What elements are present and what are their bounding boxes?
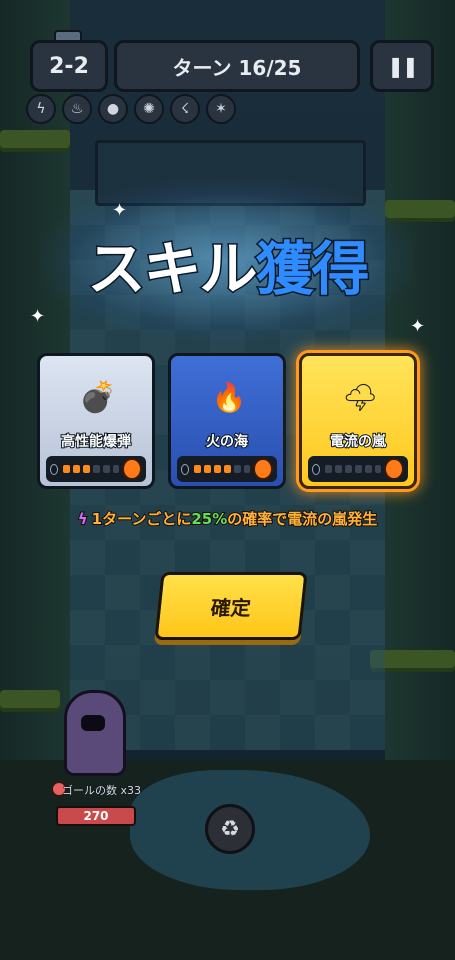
- drop-icon: [312, 463, 321, 475]
- sparkle-icon: ✦: [30, 306, 46, 327]
- skill-level-bar: [46, 456, 146, 482]
- level-pip: [203, 465, 211, 473]
- description-post: の確率で電流の嵐発生: [226, 509, 378, 529]
- skill-card-bomb[interactable]: 💣 高性能爆弾: [37, 353, 155, 489]
- skill-level-bar: [308, 456, 408, 482]
- spark-bomb-icon: ✺: [134, 94, 164, 124]
- level-pip: [344, 465, 352, 473]
- level-pip: [223, 465, 231, 473]
- level-pip: [325, 465, 332, 473]
- stage-label: 2-2: [30, 40, 108, 92]
- level-pip: [374, 465, 382, 473]
- claw-icon: ✶: [206, 94, 236, 124]
- skill-card-fire-sea[interactable]: 🔥 火の海: [168, 353, 286, 489]
- skill-name: 電流の嵐: [329, 433, 387, 451]
- pause-button[interactable]: ❚❚: [370, 40, 434, 92]
- fire-badge-icon: [253, 458, 274, 480]
- skill-name: 火の海: [205, 433, 249, 451]
- storm-cloud-icon: 🌩: [342, 380, 378, 414]
- fire-badge-icon: [384, 458, 405, 480]
- level-pip: [82, 465, 90, 473]
- skill-level-bar: [177, 456, 277, 482]
- description-pre: 1ターンごとに: [91, 509, 193, 529]
- player-hp-bar: 270: [56, 806, 136, 826]
- status-icon-row: ϟ ♨ ● ✺ ☇ ✶: [26, 94, 236, 124]
- turn-counter: ターン 16/25: [114, 40, 360, 92]
- sparkle-icon: ✦: [410, 316, 426, 337]
- sparkle-icon: ✦: [112, 200, 128, 221]
- level-pip: [334, 465, 342, 473]
- lightning-icon: ϟ: [77, 509, 89, 529]
- level-pip: [354, 465, 362, 473]
- lightning-icon: ϟ: [26, 94, 56, 124]
- level-pip: [213, 465, 221, 473]
- fire-icon: 🔥: [211, 380, 247, 414]
- pause-icon: ❚❚: [387, 54, 418, 78]
- skill-name: 高性能爆弾: [60, 433, 132, 451]
- player-character: [64, 690, 126, 776]
- confirm-button[interactable]: 確定: [154, 572, 308, 640]
- goal-label: ゴールの数: [62, 784, 118, 798]
- level-pip: [243, 465, 251, 473]
- skill-description: ϟ 1ターンごとに25%の確率で電流の嵐発生: [0, 508, 455, 529]
- bomb-icon: ●: [98, 94, 128, 124]
- skill-acquired-title: スキル獲得: [0, 222, 455, 306]
- bomb-icon: 💣: [79, 379, 117, 415]
- drop-icon: [181, 463, 190, 475]
- level-pip: [364, 465, 372, 473]
- drop-icon: [50, 463, 59, 475]
- level-pip: [233, 465, 241, 473]
- level-pip: [72, 465, 80, 473]
- goal-counter: ゴールの数 x33: [62, 782, 142, 798]
- goal-count: x33: [120, 784, 142, 798]
- level-pip: [112, 465, 120, 473]
- level-pip: [92, 465, 100, 473]
- title-part-2: 獲得: [254, 234, 371, 305]
- confirm-label: 確定: [209, 595, 253, 620]
- level-pip: [102, 465, 110, 473]
- fire-icon: ♨: [62, 94, 92, 124]
- description-percent: 25%: [190, 509, 228, 529]
- recycle-icon: ♻: [220, 816, 240, 842]
- level-pip: [194, 465, 201, 473]
- fire-badge-icon: [122, 458, 143, 480]
- storm-icon: ☇: [170, 94, 200, 124]
- level-pip: [63, 465, 70, 473]
- skill-card-electric-storm[interactable]: 🌩 電流の嵐: [299, 353, 417, 489]
- title-part-1: スキル: [86, 234, 259, 305]
- recycle-button[interactable]: ♻: [205, 804, 255, 854]
